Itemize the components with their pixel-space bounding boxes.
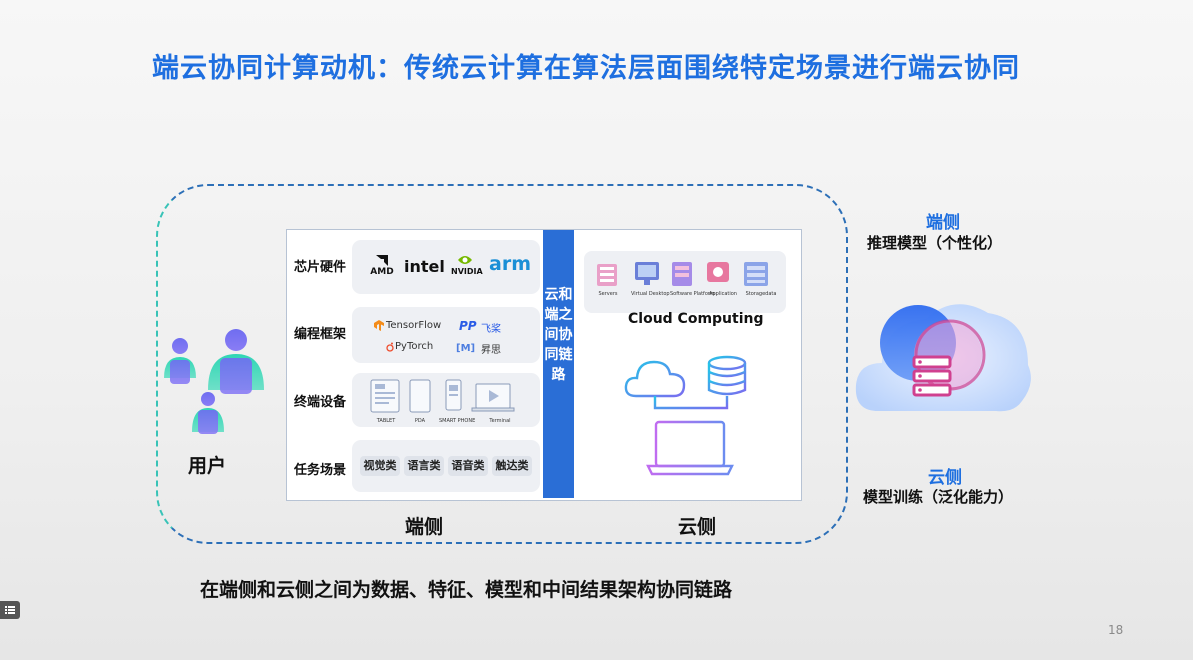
svg-text:[M]: [M] xyxy=(456,343,475,353)
users-icon xyxy=(164,329,264,434)
link-bar-text: 云和端之间协同链路 xyxy=(544,287,573,383)
nvidia-eye-icon xyxy=(458,256,472,264)
amd-logo-icon xyxy=(376,255,388,266)
device-label-terminal: Terminal xyxy=(489,418,511,424)
task-language: 语言类 xyxy=(404,456,444,476)
tensorflow-icon xyxy=(374,320,384,331)
slide-menu-button[interactable] xyxy=(0,601,20,619)
paddle-label: 飞桨 xyxy=(481,324,501,335)
pytorch-icon xyxy=(386,342,394,352)
frameworks-panel xyxy=(352,307,540,363)
row-label-frameworks: 编程框架 xyxy=(294,327,347,342)
right-device-desc: 推理模型（个性化） xyxy=(867,234,1003,252)
device-label-tablet: TABLET xyxy=(376,418,396,424)
cloud-icon-label-virtual-desktop: Virtual Desktop xyxy=(631,291,670,297)
list-icon xyxy=(5,606,15,614)
cloud-service-icons xyxy=(597,262,768,286)
page-number: 18 xyxy=(1108,623,1124,637)
device-label-pda: PDA xyxy=(414,418,426,424)
cloud-icon-label-application: Application xyxy=(709,291,737,297)
pytorch-label: PyTorch xyxy=(395,341,434,352)
footer-text: 在端侧和云侧之间为数据、特征、模型和中间结果架构协同链路 xyxy=(200,579,733,601)
mindspore-label: 昇思 xyxy=(481,345,501,356)
right-device-title: 端侧 xyxy=(926,213,960,233)
user-label: 用户 xyxy=(188,455,227,477)
task-reach: 触达类 xyxy=(492,456,532,476)
collaboration-link-bar: 云和端之间协同链路 xyxy=(543,230,574,498)
row-label-devices: 终端设备 xyxy=(294,395,347,410)
cloud-icon-label-storagedata: Storagedata xyxy=(745,291,777,297)
cloud-icon-label-servers: Servers xyxy=(598,291,618,297)
nvidia-logo-text: NVIDIA xyxy=(451,267,483,276)
row-label-chips: 芯片硬件 xyxy=(294,260,347,275)
cloud-side-label: 云侧 xyxy=(678,516,717,538)
svg-text:PP: PP xyxy=(459,319,477,332)
slide-title: 端云协同计算动机：传统云计算在算法层面围绕特定场景进行端云协同 xyxy=(152,53,1020,84)
paddle-logo-icon: PP xyxy=(459,319,477,332)
row-label-tasks: 任务场景 xyxy=(294,463,347,478)
cloud-server-icon xyxy=(855,304,1031,412)
task-speech: 语音类 xyxy=(448,456,488,476)
device-label-phone: SMART PHONE xyxy=(439,418,476,424)
amd-logo-text: AMD xyxy=(370,267,394,277)
cloud-icon-label-software-platform: Software Platform xyxy=(670,291,715,297)
task-vision: 视觉类 xyxy=(360,456,400,476)
cloud-computing-label: Cloud Computing xyxy=(628,311,764,327)
cloud-laptop-illustration xyxy=(624,355,747,476)
arm-logo: arm xyxy=(489,253,531,275)
device-side-label: 端侧 xyxy=(405,516,444,538)
right-cloud-desc: 模型训练（泛化能力） xyxy=(863,488,1014,506)
mindspore-logo-icon: [M] xyxy=(456,343,475,353)
tensorflow-label: TensorFlow xyxy=(386,320,442,331)
right-cloud-title: 云侧 xyxy=(928,468,962,488)
intel-logo: intel xyxy=(404,257,445,276)
